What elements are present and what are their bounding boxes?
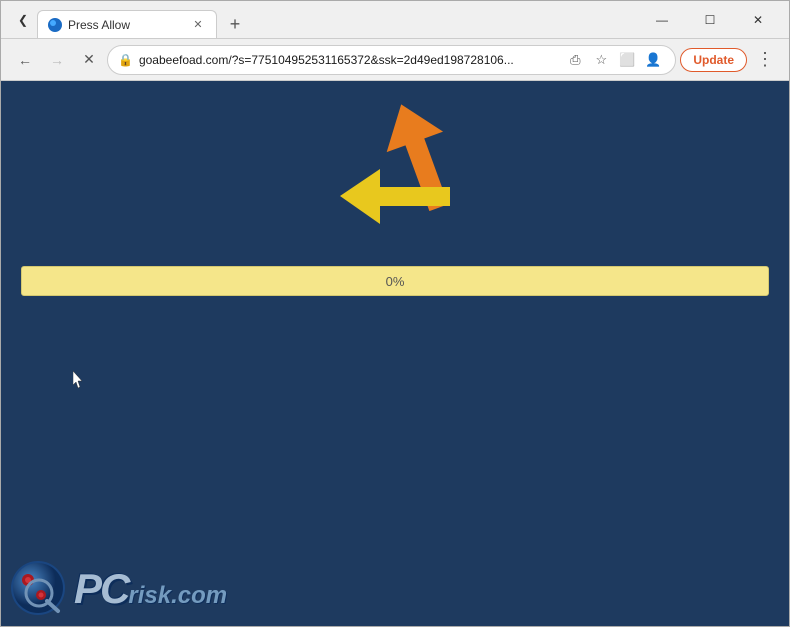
reload-button[interactable]: ✕ <box>75 46 103 74</box>
tab-title: Press Allow <box>68 18 130 32</box>
minimize-button[interactable]: — <box>639 5 685 35</box>
progress-text: 0% <box>386 274 405 289</box>
back-button[interactable]: ← <box>11 46 39 74</box>
new-tab-button[interactable]: + <box>221 10 249 38</box>
share-icon-button[interactable]: ⎙ <box>563 48 587 72</box>
window-controls: — ☐ ✕ <box>639 5 781 35</box>
arrows-container <box>335 111 455 241</box>
page-content: 0% <box>1 81 789 626</box>
sidebar-icon-button[interactable]: ⬜ <box>615 48 639 72</box>
profile-icon-button[interactable]: 👤 <box>641 48 665 72</box>
tab-favicon-icon <box>48 18 62 32</box>
address-actions: ⎙ ☆ ⬜ 👤 <box>563 48 665 72</box>
close-button[interactable]: ✕ <box>735 5 781 35</box>
active-tab[interactable]: Press Allow ✕ <box>37 10 217 38</box>
forward-button[interactable]: → <box>43 46 71 74</box>
mouse-cursor-icon <box>73 371 85 389</box>
bookmark-icon-button[interactable]: ☆ <box>589 48 613 72</box>
yellow-arrow-icon <box>340 169 450 224</box>
address-bar[interactable]: 🔒 goabeefoad.com/?s=775104952531165372&s… <box>107 45 676 75</box>
browser-menu-button[interactable]: ⋮ <box>751 46 779 74</box>
title-bar: ❮ Press Allow ✕ + — ☐ ✕ <box>1 1 789 39</box>
tab-close-button[interactable]: ✕ <box>190 17 206 33</box>
lock-icon: 🔒 <box>118 53 133 67</box>
pcrisk-ball-icon <box>11 561 66 616</box>
browser-frame: ❮ Press Allow ✕ + — ☐ ✕ ← → ✕ 🔒 goabeefo… <box>0 0 790 627</box>
maximize-button[interactable]: ☐ <box>687 5 733 35</box>
url-text: goabeefoad.com/?s=775104952531165372&ssk… <box>139 53 557 67</box>
update-button[interactable]: Update <box>680 48 747 72</box>
navigation-bar: ← → ✕ 🔒 goabeefoad.com/?s=77510495253116… <box>1 39 789 81</box>
pcrisk-text: PCrisk.com <box>74 565 227 613</box>
progress-container: 0% <box>21 266 769 296</box>
progress-bar: 0% <box>21 266 769 296</box>
pcrisk-logo: PCrisk.com <box>11 561 227 616</box>
tab-list-chevron[interactable]: ❮ <box>9 6 37 34</box>
tab-area: Press Allow ✕ + <box>37 1 631 38</box>
